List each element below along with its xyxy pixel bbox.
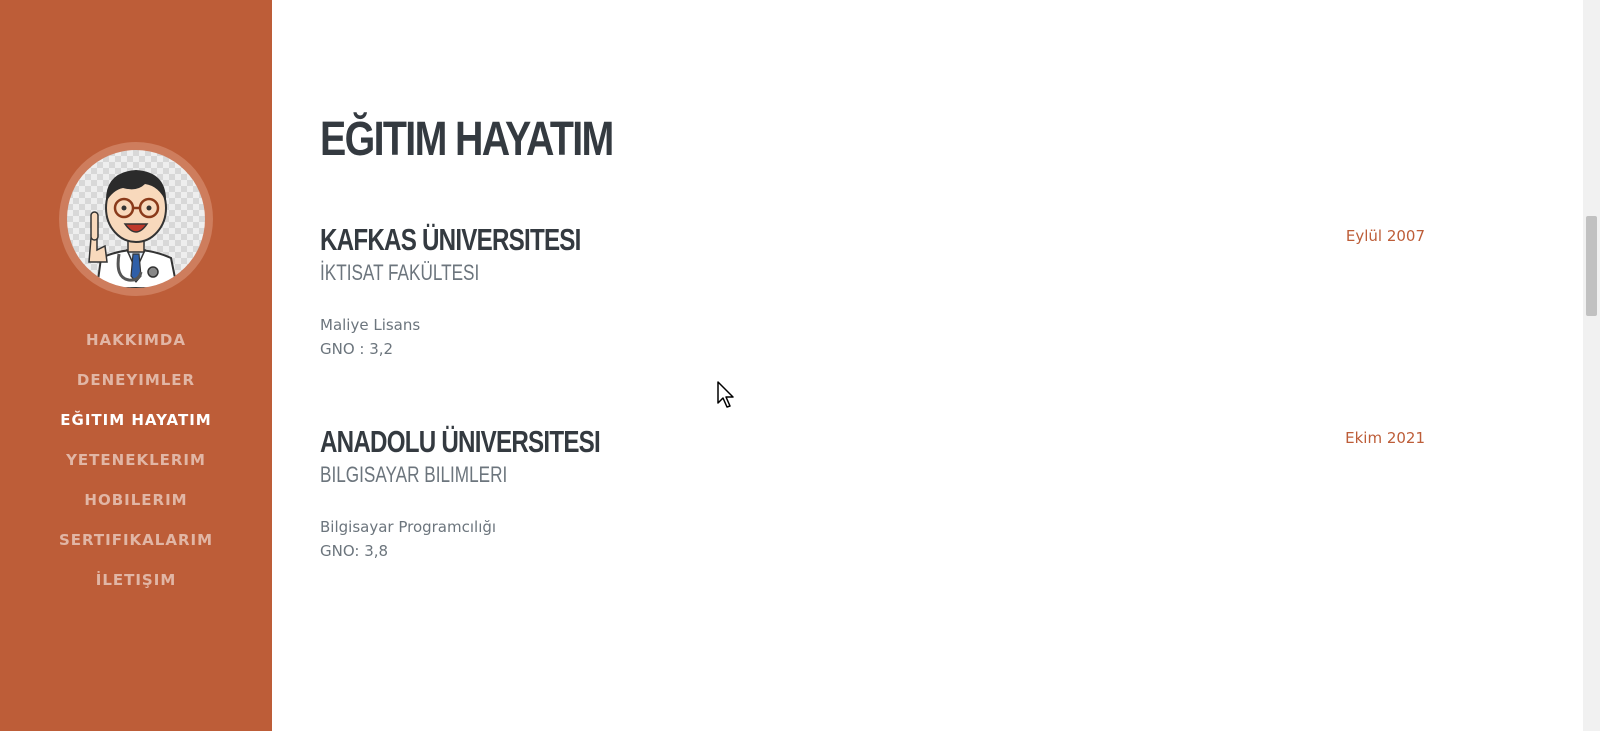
nav-link-deneyimler[interactable]: DENEYIMLER — [77, 371, 195, 389]
entry-school: KAFKAS ÜNIVERSITESI — [320, 222, 581, 257]
mouse-cursor-icon — [717, 381, 737, 414]
entry-gpa: GNO : 3,2 — [320, 340, 394, 358]
sidebar: HAKKIMDA DENEYIMLER EĞITIM HAYATIM YETEN… — [0, 0, 272, 731]
nav-link-sertifikalarim[interactable]: SERTIFIKALARIM — [59, 531, 213, 549]
nav-link-iletisim[interactable]: İLETIŞIM — [96, 571, 177, 589]
section-title: EĞITIM HAYATIM — [320, 113, 614, 166]
nav-link-hobilerim[interactable]: HOBILERIM — [84, 491, 187, 509]
entry-date: Eylül 2007 — [1345, 227, 1425, 245]
nav-item-yeteneklerim: YETENEKLERIM — [0, 440, 272, 480]
nav-item-iletisim: İLETIŞIM — [0, 560, 272, 600]
education-entry: ANADOLU ÜNIVERSITESI BILGISAYAR BILIMLER… — [320, 422, 1425, 562]
vertical-scrollbar[interactable] — [1583, 0, 1600, 731]
entry-school: ANADOLU ÜNIVERSITESI — [320, 424, 601, 459]
doctor-avatar-icon — [88, 170, 179, 288]
entry-date: Ekim 2021 — [1345, 429, 1425, 447]
nav-item-egitim-hayatim: EĞITIM HAYATIM — [0, 400, 272, 440]
entry-faculty: BILGISAYAR BILIMLERI — [320, 462, 508, 487]
education-entry: KAFKAS ÜNIVERSITESI İKTISAT FAKÜLTESI Ma… — [320, 220, 1425, 360]
scrollbar-thumb[interactable] — [1586, 216, 1597, 316]
entry-program: Maliye Lisans — [320, 316, 421, 334]
nav-link-hakkimda[interactable]: HAKKIMDA — [86, 331, 186, 349]
nav-link-egitim-hayatim[interactable]: EĞITIM HAYATIM — [60, 411, 211, 429]
nav-item-hakkimda: HAKKIMDA — [0, 320, 272, 360]
nav-item-deneyimler: DENEYIMLER — [0, 360, 272, 400]
avatar[interactable] — [67, 150, 205, 288]
sidebar-nav: HAKKIMDA DENEYIMLER EĞITIM HAYATIM YETEN… — [0, 320, 272, 600]
entry-faculty: İKTISAT FAKÜLTESI — [320, 260, 480, 285]
entry-gpa: GNO: 3,8 — [320, 542, 389, 560]
nav-link-yeteneklerim[interactable]: YETENEKLERIM — [66, 451, 206, 469]
avatar-ring — [59, 142, 213, 296]
entry-program: Bilgisayar Programcılığı — [320, 518, 497, 536]
nav-item-sertifikalarim: SERTIFIKALARIM — [0, 520, 272, 560]
nav-item-hobilerim: HOBILERIM — [0, 480, 272, 520]
